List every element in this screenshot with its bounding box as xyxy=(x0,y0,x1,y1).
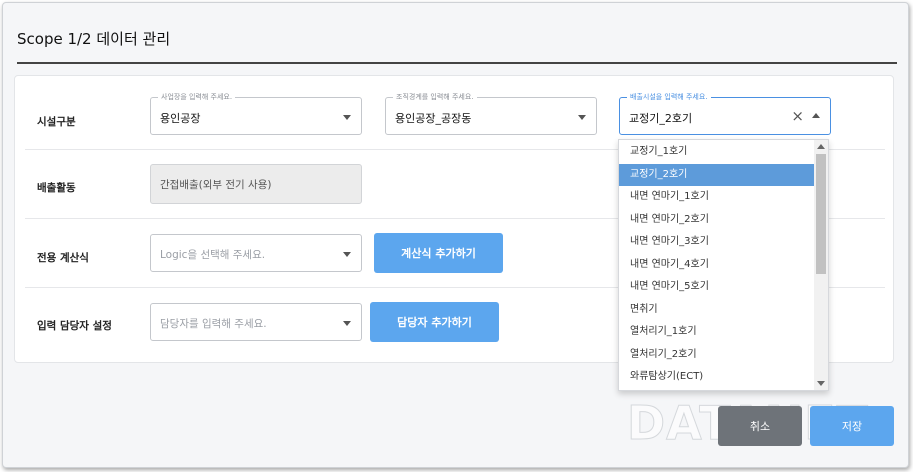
org-float-label: 조직경계를 입력해 주세요. xyxy=(393,92,477,102)
scrollbar-thumb[interactable] xyxy=(816,154,826,274)
chevron-down-icon[interactable] xyxy=(343,321,351,326)
dialog-title: Scope 1/2 데이터 관리 xyxy=(17,30,171,48)
dropdown-option[interactable]: 내면 연마기_5호기 xyxy=(619,276,815,299)
activity-label: 배출활동 xyxy=(37,182,76,194)
activity-field: 간접배출(외부 전기 사용) xyxy=(150,164,362,204)
activity-value: 간접배출(외부 전기 사용) xyxy=(160,179,272,191)
chevron-down-icon[interactable] xyxy=(343,115,351,120)
dropdown-option[interactable]: 내면 연마기_2호기 xyxy=(619,209,815,232)
chevron-up-icon[interactable] xyxy=(812,113,820,118)
dropdown-option[interactable]: 열처리기_2호기 xyxy=(619,344,815,367)
org-boundary-select[interactable]: 조직경계를 입력해 주세요. 용인공장_공장동 xyxy=(385,92,597,135)
dropdown-option[interactable]: 면취기 xyxy=(619,299,815,322)
emission-facility-float-label: 배출시설을 입력해 주세요. xyxy=(627,92,711,102)
dropdown-option[interactable]: 와류탐상기(ECT) xyxy=(619,366,815,389)
emission-facility-select[interactable]: 배출시설을 입력해 주세요. 교정기_2호기 × xyxy=(619,92,831,135)
assignee-placeholder: 담당자를 입력해 주세요. xyxy=(160,318,267,330)
emission-facility-dropdown: 교정기_1호기 교정기_2호기 내면 연마기_1호기 내면 연마기_2호기 내면… xyxy=(618,139,829,391)
assignee-input[interactable]: 담당자를 입력해 주세요. xyxy=(150,303,362,341)
facility-label: 시설구분 xyxy=(37,116,76,128)
site-select[interactable]: 사업장을 입력해 주세요. 용인공장 xyxy=(150,92,362,135)
logic-placeholder: Logic을 선택해 주세요. xyxy=(160,249,266,261)
site-value: 용인공장 xyxy=(160,112,201,125)
site-float-label: 사업장을 입력해 주세요. xyxy=(158,92,236,102)
add-formula-button[interactable]: 계산식 추가하기 xyxy=(374,233,503,273)
logic-select[interactable]: Logic을 선택해 주세요. xyxy=(150,234,362,272)
clear-icon[interactable]: × xyxy=(791,107,804,125)
scroll-up-icon[interactable] xyxy=(817,144,825,149)
org-value: 용인공장_공장동 xyxy=(395,112,472,125)
assignee-label: 입력 담당자 설정 xyxy=(37,320,112,332)
dropdown-option[interactable]: 내면 연마기_4호기 xyxy=(619,254,815,277)
add-assignee-button[interactable]: 담당자 추가하기 xyxy=(370,302,499,342)
emission-facility-value[interactable]: 교정기_2호기 xyxy=(629,110,692,126)
dropdown-option-selected[interactable]: 교정기_2호기 xyxy=(619,163,815,186)
dropdown-option[interactable]: 내면 연마기_3호기 xyxy=(619,231,815,254)
chevron-down-icon[interactable] xyxy=(578,115,586,120)
dropdown-option[interactable]: 내면 연마기_1호기 xyxy=(619,186,815,209)
title-divider xyxy=(17,62,897,64)
dropdown-scrollbar[interactable] xyxy=(814,140,828,390)
formula-label: 전용 계산식 xyxy=(37,252,89,264)
cancel-button[interactable]: 취소 xyxy=(718,406,802,446)
dropdown-option[interactable]: 교정기_1호기 xyxy=(619,141,815,164)
save-button[interactable]: 저장 xyxy=(810,406,894,446)
chevron-down-icon[interactable] xyxy=(343,252,351,257)
scroll-down-icon[interactable] xyxy=(817,381,825,386)
dropdown-option[interactable]: 열처리기_1호기 xyxy=(619,321,815,344)
